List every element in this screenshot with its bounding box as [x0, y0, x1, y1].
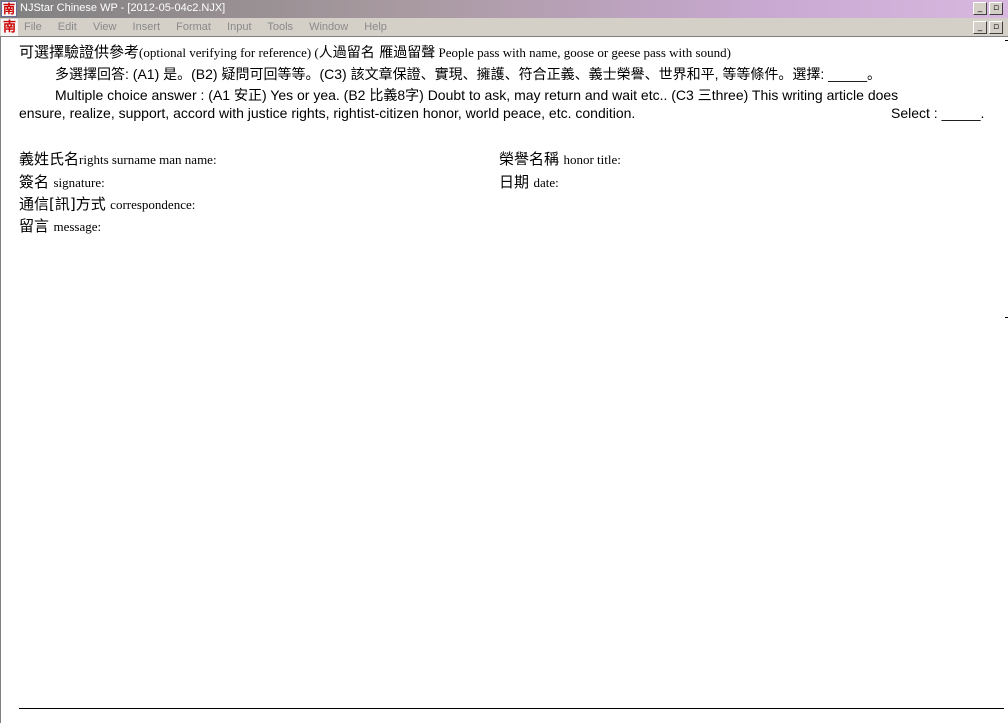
menu-format[interactable]: Format: [176, 21, 211, 33]
correspondence-en: correspondence:: [110, 197, 196, 212]
name-field-cjk: 義姓氏名: [19, 150, 80, 168]
name-field-en: rights surname man name:: [79, 152, 217, 167]
document-icon[interactable]: 南: [1, 19, 18, 36]
verify-heading-en: (optional verifying for reference) (: [139, 45, 319, 60]
date-cjk: 日期: [499, 173, 530, 191]
correspondence-cjk: 通信[訊]方式: [19, 195, 106, 213]
verify-heading-en2: People pass with name, goose or geese pa…: [435, 45, 731, 60]
document-area[interactable]: 可選擇驗證供參考(optional verifying for referenc…: [0, 37, 1008, 723]
select-blank: Select : _____.: [891, 105, 985, 121]
menu-tools[interactable]: Tools: [267, 21, 293, 33]
minimize-button[interactable]: _: [973, 2, 987, 15]
verify-heading-cjk2: 人過留名 雁過留聲: [318, 45, 436, 61]
doc-minimize-button[interactable]: _: [973, 21, 987, 34]
doc-restore-button[interactable]: ▫: [989, 21, 1003, 34]
menu-insert[interactable]: Insert: [133, 21, 161, 33]
menu-window[interactable]: Window: [309, 21, 348, 33]
restore-button[interactable]: ▫: [989, 2, 1003, 15]
window-title: NJStar Chinese WP - [2012-05-04c2.NJX]: [20, 2, 226, 14]
correspondence-field: 通信[訊]方式 correspondence:: [19, 193, 195, 214]
date-field: 日期 date:: [499, 171, 559, 192]
verify-heading-cjk: 可選擇驗證供參考: [19, 43, 140, 61]
signature-field: 簽名 signature:: [19, 171, 105, 192]
menu-items: File Edit View Insert Format Input Tools…: [24, 21, 400, 33]
date-en: date:: [533, 175, 559, 190]
menu-file[interactable]: File: [24, 21, 42, 33]
verify-heading-line: 可選擇驗證供參考(optional verifying for referenc…: [19, 41, 731, 62]
choice-line-english: Multiple choice answer : (A1 安正) Yes or …: [55, 87, 899, 103]
app-icon[interactable]: 南: [1, 1, 17, 17]
signature-en: signature:: [53, 175, 105, 190]
menu-input[interactable]: Input: [227, 21, 251, 33]
honor-title-field: 榮譽名稱 honor title:: [499, 148, 621, 169]
choice-line-chinese: 多選擇回答: (A1) 是。(B2) 疑問可回等等。(C3) 該文章保證、實現、…: [55, 66, 882, 82]
message-en: message:: [53, 219, 102, 234]
honor-title-en: honor title:: [563, 152, 621, 167]
choice-line-continued: ensure, realize, support, accord with ju…: [19, 105, 636, 121]
name-field: 義姓氏名rights surname man name:: [19, 148, 217, 169]
honor-title-cjk: 榮譽名稱: [499, 150, 560, 168]
title-bar: 南 NJStar Chinese WP - [2012-05-04c2.NJX]…: [0, 0, 1008, 18]
menu-edit[interactable]: Edit: [58, 21, 77, 33]
signature-cjk: 簽名: [19, 173, 50, 191]
menu-bar: 南 File Edit View Insert Format Input Too…: [0, 18, 1008, 37]
menu-help[interactable]: Help: [364, 21, 387, 33]
menu-view[interactable]: View: [93, 21, 117, 33]
message-field: 留言 message:: [19, 215, 101, 236]
page-bottom-rule: [19, 708, 1004, 709]
message-cjk: 留言: [19, 217, 50, 235]
